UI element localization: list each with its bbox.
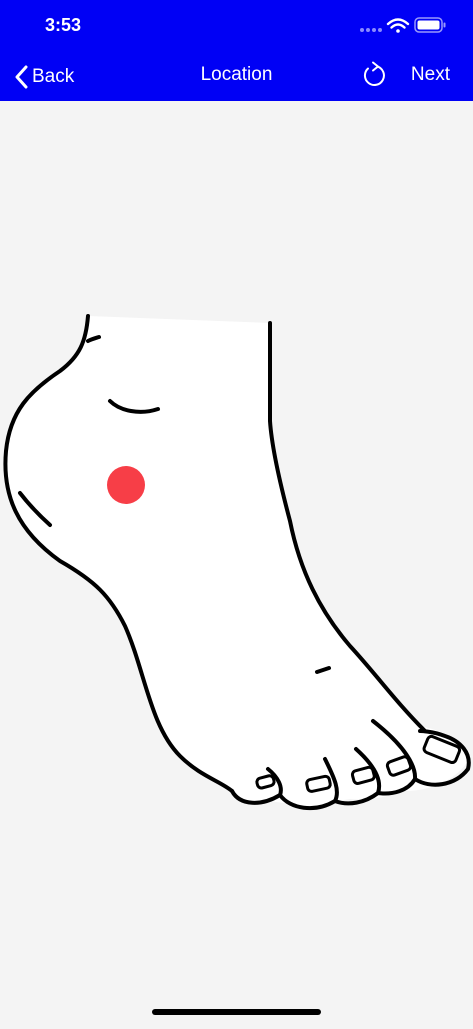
foot-outline-fill xyxy=(5,316,468,806)
body-map-canvas[interactable] xyxy=(0,101,473,1024)
battery-icon xyxy=(414,17,446,33)
foot-illustration[interactable] xyxy=(3,314,471,811)
home-indicator[interactable] xyxy=(152,1009,321,1015)
page-title: Location xyxy=(200,64,273,85)
refresh-icon xyxy=(363,61,385,86)
status-icons xyxy=(359,16,449,36)
wifi-icon xyxy=(386,18,410,33)
header-bar: 3:53 Back Location Next xyxy=(0,0,473,101)
next-button[interactable]: Next xyxy=(411,64,450,86)
location-marker[interactable] xyxy=(107,466,145,504)
refresh-button[interactable] xyxy=(361,61,387,89)
status-time: 3:53 xyxy=(45,15,82,35)
signal-dots-icon xyxy=(360,28,382,32)
